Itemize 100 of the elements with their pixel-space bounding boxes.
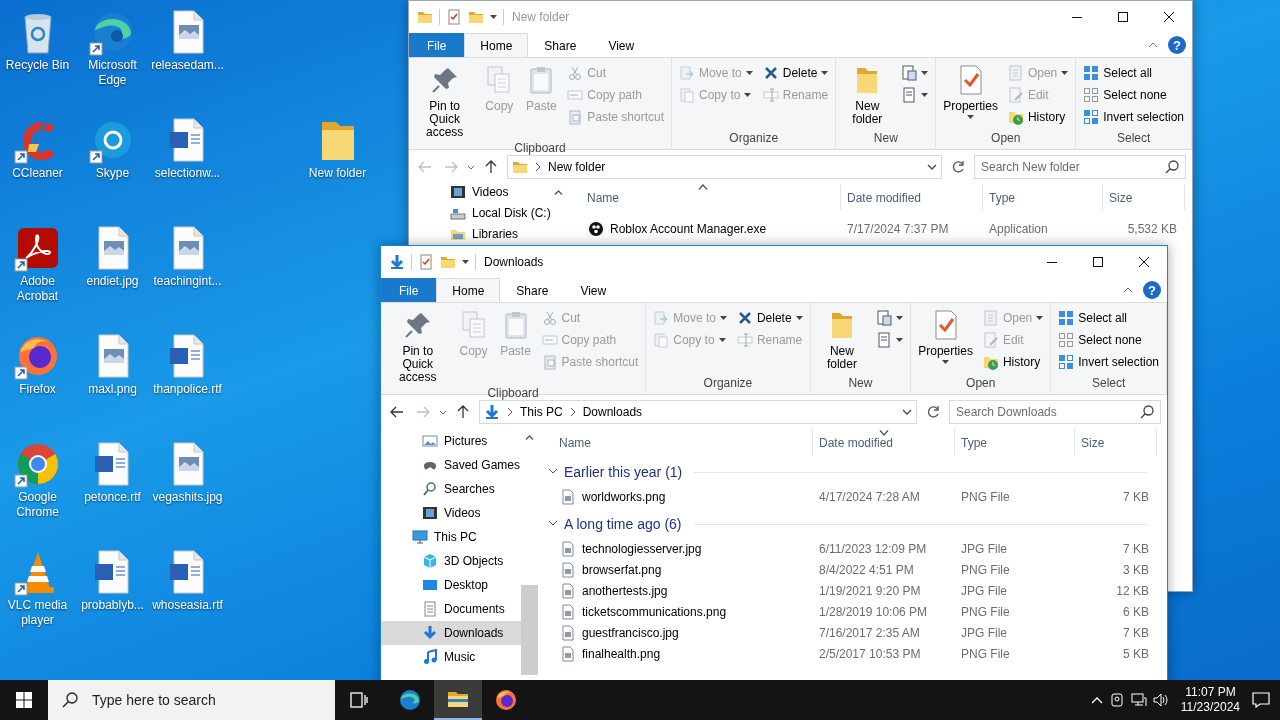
nav-item[interactable]: This PC bbox=[381, 525, 521, 549]
desktop-icon[interactable]: Adobe Acrobat bbox=[0, 216, 75, 324]
collapse-icon[interactable] bbox=[1123, 287, 1133, 293]
ribbon-button[interactable]: Properties bbox=[915, 307, 976, 366]
file-name[interactable]: guestfrancisco.jpg bbox=[582, 625, 679, 640]
breadcrumb[interactable]: New folder bbox=[548, 160, 606, 174]
ribbon-button[interactable]: New folder bbox=[840, 62, 895, 128]
ribbon-tab[interactable]: Share bbox=[528, 33, 593, 57]
nav-item[interactable]: Libraries bbox=[409, 223, 551, 244]
desktop-icon[interactable]: CCleaner bbox=[0, 108, 75, 216]
download-arrow-icon bbox=[484, 404, 500, 420]
column-header[interactable]: Type bbox=[955, 429, 1075, 455]
caret-icon[interactable] bbox=[490, 15, 497, 19]
ribbon-tab[interactable]: View bbox=[592, 33, 651, 57]
nav-item[interactable]: Local Disk (C:) bbox=[409, 202, 551, 223]
help-button[interactable]: ? bbox=[1168, 36, 1186, 54]
scrollbar-thumb[interactable] bbox=[521, 585, 538, 675]
caret-icon[interactable] bbox=[439, 409, 447, 415]
ribbon-button[interactable]: History bbox=[1004, 106, 1072, 128]
clock[interactable]: 11:07 PM 11/23/2024 bbox=[1174, 685, 1246, 715]
nav-item[interactable]: 3D Objects bbox=[381, 549, 521, 573]
ribbon-button[interactable]: History bbox=[979, 351, 1047, 373]
nav-item[interactable]: Downloads bbox=[381, 621, 521, 645]
address-bar[interactable]: This PC Downloads bbox=[479, 400, 917, 424]
file-name[interactable]: Roblox Account Manager.exe bbox=[610, 222, 767, 236]
search-field[interactable]: Type here to search bbox=[48, 680, 335, 720]
file-name[interactable]: finalhealth.png bbox=[582, 646, 661, 661]
desktop-icon[interactable]: releasedam... bbox=[150, 0, 225, 108]
ribbon-tab[interactable]: Home bbox=[436, 278, 501, 302]
desktop-icon[interactable]: whoseasia.rtf bbox=[150, 540, 225, 648]
address-bar[interactable]: New folder bbox=[507, 155, 942, 179]
group-label: New bbox=[872, 131, 899, 147]
ribbon-tab[interactable]: Share bbox=[500, 278, 565, 302]
desktop-icon[interactable]: Skype bbox=[75, 108, 150, 216]
notification-icon[interactable] bbox=[1252, 692, 1270, 708]
desktop-icon[interactable]: probablyb... bbox=[75, 540, 150, 648]
chevron-up-icon[interactable] bbox=[1090, 696, 1103, 704]
ribbon-button[interactable]: New folder bbox=[814, 307, 870, 373]
nav-item[interactable]: Saved Games bbox=[381, 453, 521, 477]
caret-icon[interactable] bbox=[902, 409, 912, 415]
desktop-icon[interactable]: endiet.jpg bbox=[75, 216, 150, 324]
collapse-icon[interactable] bbox=[1148, 42, 1158, 48]
desktop-icon[interactable]: Recycle Bin bbox=[0, 0, 75, 108]
column-header[interactable]: Date modified bbox=[813, 429, 955, 455]
ribbon-button[interactable]: Select none bbox=[1055, 329, 1162, 351]
column-header[interactable]: Size bbox=[1075, 429, 1157, 455]
checklist-icon[interactable] bbox=[418, 254, 434, 270]
speaker-icon[interactable] bbox=[1152, 692, 1169, 708]
ribbon-tab[interactable]: View bbox=[564, 278, 623, 302]
nav-item[interactable]: Videos bbox=[409, 181, 551, 202]
ribbon-tab[interactable]: File bbox=[409, 33, 465, 57]
ribbon-button[interactable]: Invert selection bbox=[1080, 106, 1187, 128]
file-name[interactable]: worldworks.png bbox=[582, 489, 666, 504]
desktop-icon[interactable]: selectionw... bbox=[150, 108, 225, 216]
nav-item[interactable]: Music bbox=[381, 645, 521, 669]
nav-item[interactable]: Documents bbox=[381, 597, 521, 621]
column-header[interactable]: Size bbox=[1103, 184, 1185, 210]
group-header[interactable]: A long time ago (6) bbox=[538, 510, 1157, 538]
search-field[interactable]: Search New folder bbox=[974, 155, 1186, 179]
file-name[interactable]: technologiesserver.jpg bbox=[582, 541, 702, 556]
breadcrumb[interactable]: Downloads bbox=[582, 405, 643, 419]
ribbon-button[interactable]: Select all bbox=[1055, 307, 1162, 329]
desktop-icon[interactable]: New folder bbox=[300, 108, 375, 216]
column-header[interactable]: Name bbox=[566, 184, 841, 210]
scroll-up-icon[interactable] bbox=[553, 190, 563, 195]
ribbon-button[interactable]: Properties bbox=[940, 62, 1001, 121]
device-icon[interactable] bbox=[1108, 692, 1125, 708]
caret-icon[interactable] bbox=[467, 164, 475, 170]
nav-item[interactable]: Pictures bbox=[381, 429, 521, 453]
network-icon[interactable] bbox=[1130, 692, 1147, 708]
ribbon-button[interactable]: Delete bbox=[733, 307, 806, 329]
column-header[interactable]: Name bbox=[538, 429, 813, 455]
size-cell-text: 7 KB bbox=[1122, 541, 1150, 556]
nav-item[interactable]: Videos bbox=[381, 501, 521, 525]
breadcrumb[interactable]: This PC bbox=[520, 405, 563, 419]
invert-selection-icon bbox=[1083, 109, 1100, 125]
caret-icon[interactable] bbox=[927, 164, 937, 170]
ribbon-button[interactable]: Invert selection bbox=[1055, 351, 1162, 373]
checklist-icon[interactable] bbox=[446, 9, 462, 25]
ribbon-button[interactable]: Delete bbox=[759, 62, 832, 84]
ribbon-button[interactable]: Pin to Quick access bbox=[413, 62, 477, 141]
desktop-icon[interactable]: Microsoft Edge bbox=[75, 0, 150, 108]
ribbon-button[interactable]: Select none bbox=[1080, 84, 1187, 106]
file-name[interactable]: browserfat.png bbox=[582, 562, 662, 577]
column-header[interactable]: Type bbox=[983, 184, 1103, 210]
ribbon-tab[interactable]: Home bbox=[464, 33, 529, 57]
file-name[interactable]: ticketscommunications.png bbox=[582, 604, 727, 619]
nav-item[interactable]: Searches bbox=[381, 477, 521, 501]
file-name[interactable]: anothertests.jpg bbox=[582, 583, 668, 598]
nav-item[interactable]: Desktop bbox=[381, 573, 521, 597]
ribbon-button[interactable]: Select all bbox=[1080, 62, 1187, 84]
taskbar-app[interactable] bbox=[434, 680, 482, 720]
ribbon-button[interactable]: Pin to Quick access bbox=[385, 307, 451, 386]
column-header[interactable]: Date modified bbox=[841, 184, 983, 210]
search-field[interactable]: Search Downloads bbox=[949, 400, 1161, 424]
help-button[interactable]: ? bbox=[1143, 281, 1161, 299]
group-header[interactable]: Earlier this year (1) bbox=[538, 458, 1157, 486]
caret-icon[interactable] bbox=[462, 260, 469, 264]
ribbon-tab[interactable]: File bbox=[381, 278, 437, 302]
scroll-up-icon[interactable] bbox=[525, 435, 534, 440]
